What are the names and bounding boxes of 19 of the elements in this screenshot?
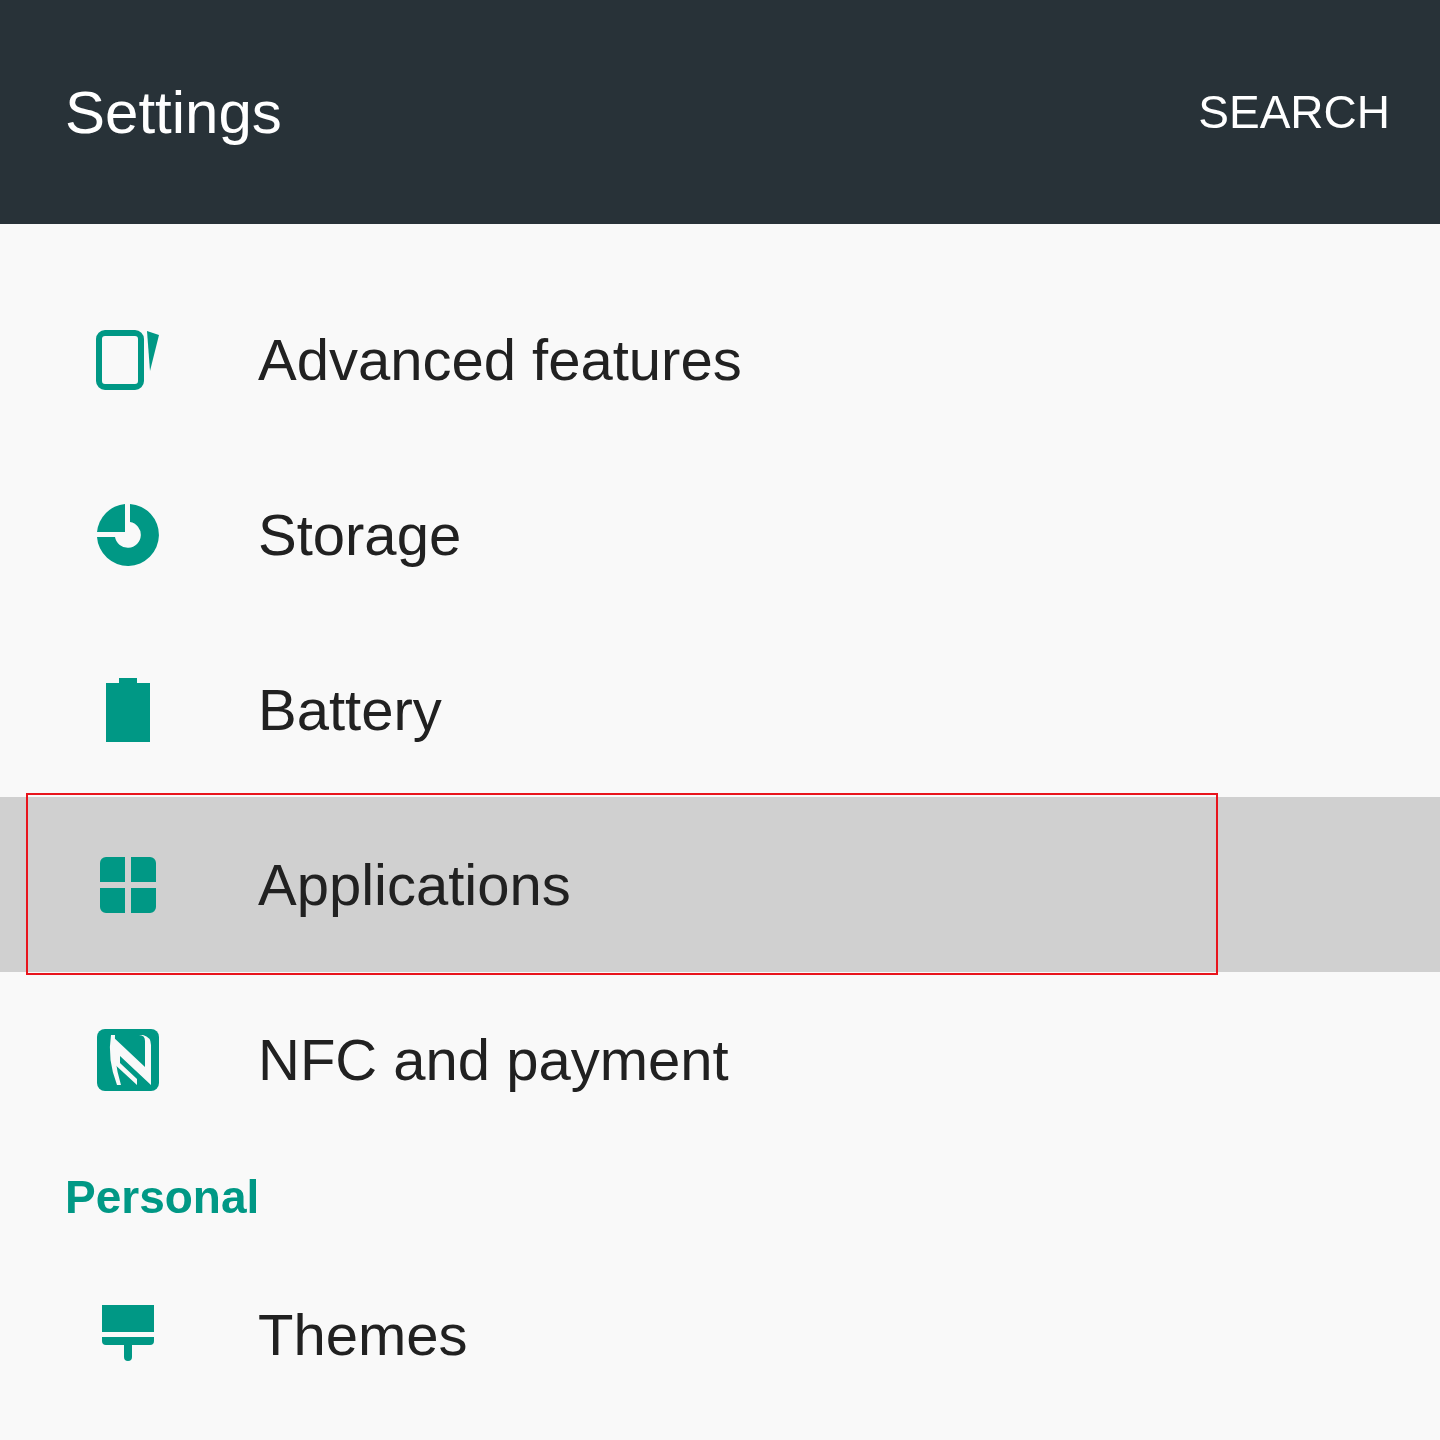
item-label: Advanced features — [258, 326, 742, 393]
donut-chart-icon — [96, 502, 160, 567]
item-label: Battery — [258, 676, 442, 743]
item-label: Applications — [258, 851, 571, 918]
item-label: Storage — [258, 501, 462, 568]
screen-title: Settings — [65, 77, 282, 147]
item-label: Themes — [258, 1301, 468, 1368]
search-button[interactable]: SEARCH — [1198, 85, 1390, 139]
item-label: NFC and payment — [258, 1026, 729, 1093]
settings-item[interactable]: Battery — [0, 622, 1440, 797]
grid-icon — [100, 856, 156, 913]
settings-item[interactable]: NFC and payment — [0, 972, 1440, 1147]
section-header: Personal — [64, 1170, 261, 1225]
settings-item[interactable]: Themes — [0, 1247, 1440, 1422]
settings-item[interactable]: Storage — [0, 447, 1440, 622]
nfc-icon — [97, 1028, 159, 1091]
settings-item[interactable]: Advanced features — [0, 272, 1440, 447]
battery-icon — [106, 677, 150, 742]
phone-edge-icon — [95, 328, 161, 391]
